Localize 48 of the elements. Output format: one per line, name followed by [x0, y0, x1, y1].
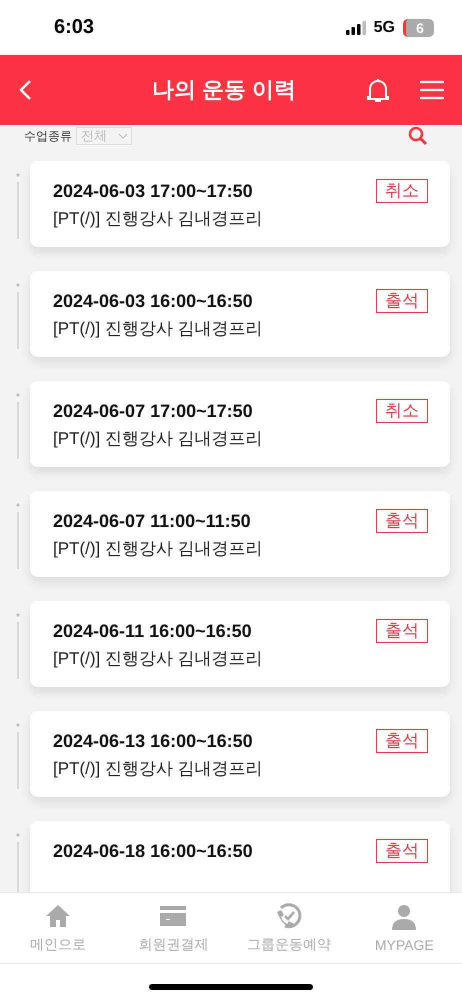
session-detail: [PT(/)] 진행강사 김내경프리 — [53, 318, 264, 340]
status-tag: 출석 — [376, 619, 428, 643]
clock-time: 6:03 — [54, 16, 94, 39]
history-card[interactable]: 2024-06-07 11:00~11:50 출석 [PT(/)] 진행강사 김내경프리 — [30, 491, 450, 577]
history-card[interactable]: 2024-06-18 16:00~16:50 출석 — [30, 821, 450, 892]
signal-icon — [346, 20, 366, 34]
session-datetime: 2024-06-18 16:00~16:50 — [53, 840, 253, 862]
phone-check-icon — [274, 902, 303, 930]
session-datetime: 2024-06-07 17:00~17:50 — [53, 400, 253, 422]
history-card[interactable]: 2024-06-07 17:00~17:50 취소 [PT(/)] 진행강사 김내경프리 — [30, 381, 450, 467]
history-card[interactable]: 2024-06-11 16:00~16:50 출석 [PT(/)] 진행강사 김내경프리 — [30, 601, 450, 687]
session-detail: [PT(/)] 진행강사 김내경프리 — [53, 648, 264, 670]
session-detail: [PT(/)] 진행강사 김내경프리 — [53, 208, 264, 230]
back-icon[interactable] — [18, 79, 32, 101]
session-datetime: 2024-06-11 16:00~16:50 — [53, 620, 252, 642]
status-tag: 출석 — [376, 289, 428, 313]
status-tag: 취소 — [376, 179, 428, 203]
person-icon — [392, 903, 416, 931]
session-datetime: 2024-06-03 17:00~17:50 — [53, 180, 253, 202]
search-icon[interactable] — [408, 126, 428, 146]
timeline-marker — [16, 723, 20, 789]
timeline-marker — [16, 393, 20, 459]
session-detail: [PT(/)] 진행강사 김내경프리 — [53, 758, 264, 780]
timeline-marker — [16, 173, 20, 239]
status-tag: 취소 — [376, 399, 428, 423]
filter-label: 수업종류 — [24, 128, 72, 144]
history-card[interactable]: 2024-06-03 17:00~17:50 취소 [PT(/)] 진행강사 김내경프리 — [30, 161, 450, 247]
network-label: 5G — [374, 18, 395, 36]
timeline-marker — [16, 283, 20, 349]
caret-icon — [119, 134, 127, 138]
status-tag: 출석 — [376, 839, 428, 863]
battery-indicator: 6 — [403, 18, 434, 36]
session-datetime: 2024-06-03 16:00~16:50 — [53, 290, 253, 312]
status-tag: 출석 — [376, 509, 428, 533]
status-tag: 출석 — [376, 729, 428, 753]
timeline-marker — [16, 613, 20, 679]
history-card[interactable]: 2024-06-03 16:00~16:50 출석 [PT(/)] 진행강사 김내경프리 — [30, 271, 450, 357]
history-card[interactable]: 2024-06-13 16:00~16:50 출석 [PT(/)] 진행강사 김내경프리 — [30, 711, 450, 797]
timeline-marker — [16, 833, 20, 892]
menu-icon[interactable] — [420, 80, 444, 100]
page-title: 나의 운동 이력 — [150, 76, 298, 104]
session-detail: [PT(/)] 진행강사 김내경프리 — [53, 428, 264, 450]
bell-icon[interactable] — [366, 77, 390, 103]
timeline-marker — [16, 503, 20, 569]
session-datetime: 2024-06-13 16:00~16:50 — [53, 730, 253, 752]
session-detail: [PT(/)] 진행강사 김내경프리 — [53, 538, 264, 560]
home-icon — [44, 902, 71, 930]
session-datetime: 2024-06-07 11:00~11:50 — [53, 510, 251, 532]
